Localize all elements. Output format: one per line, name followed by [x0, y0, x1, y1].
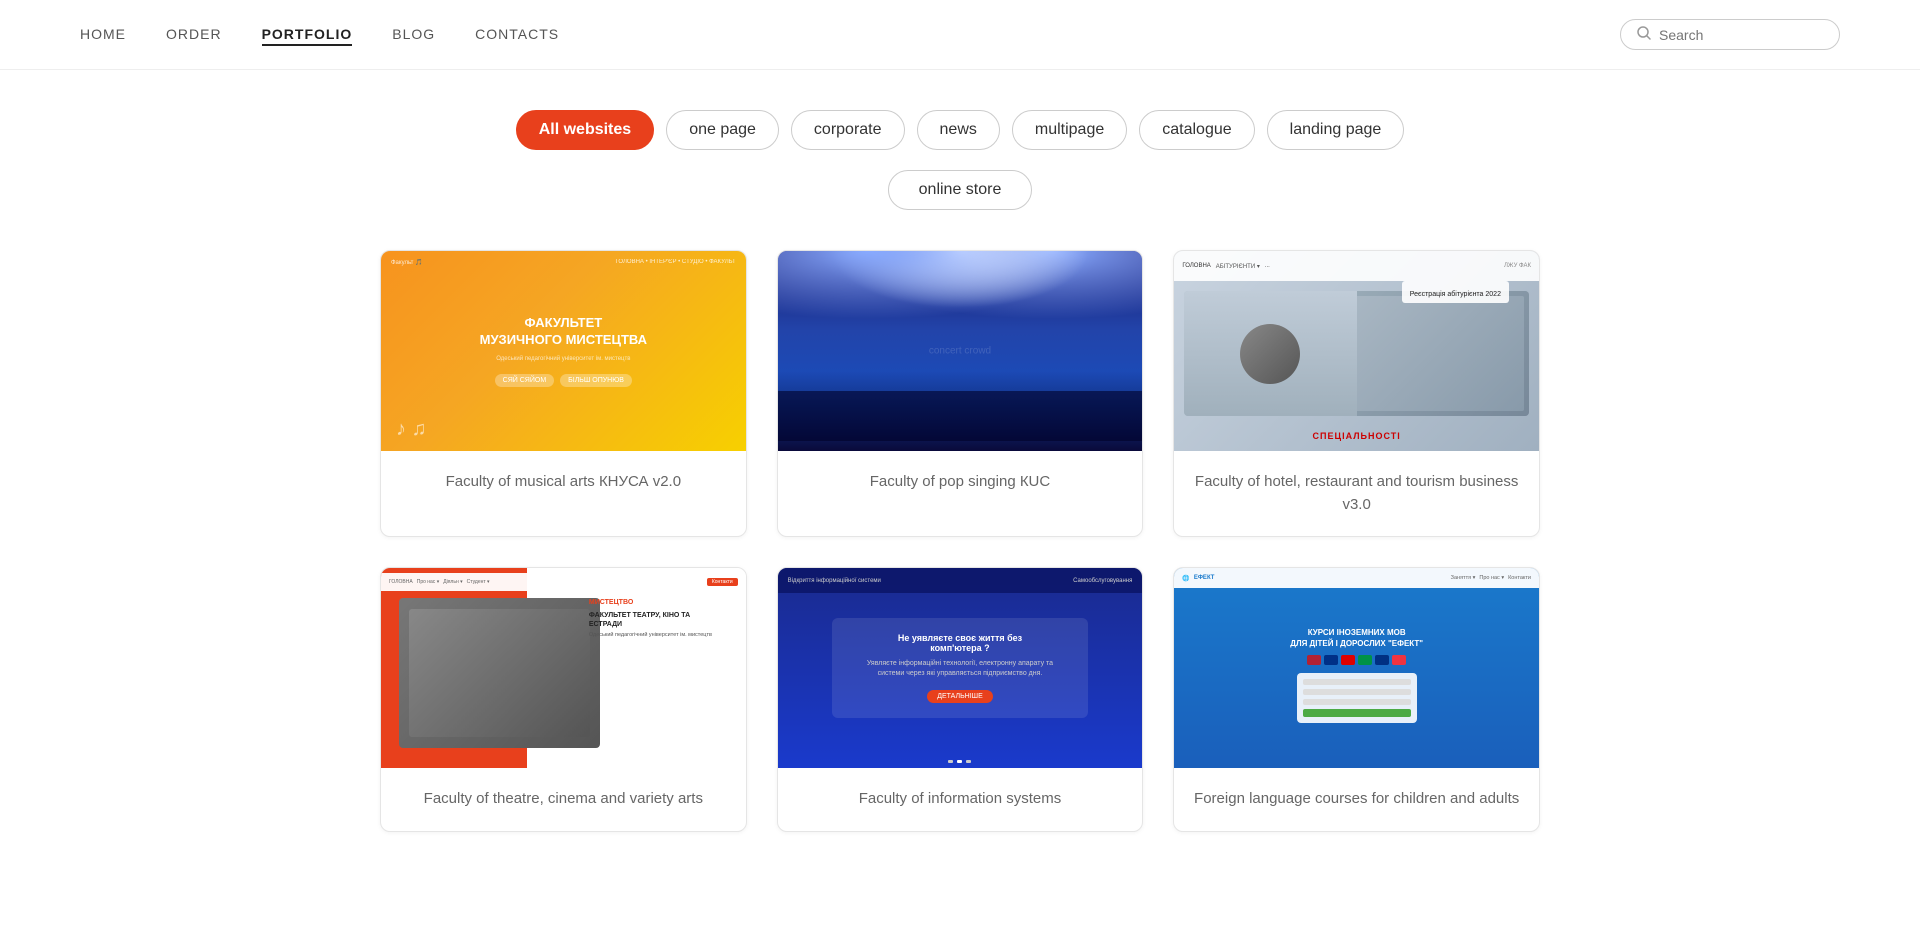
card-theatre-image: МИСТЕЦТВО ФАКУЛЬТЕТ ТЕАТРУ, КІНО ТАЕСТРА…: [381, 568, 746, 768]
card-info-system[interactable]: Відкриття інформаційної системи Самообсл…: [777, 567, 1144, 832]
nav-link-home[interactable]: HOME: [80, 26, 126, 42]
card-hotel-faculty[interactable]: ГОЛОВНА АБІТУРІЄНТИ ▾ ... ЛЖУ ФАК Реєстр…: [1173, 250, 1540, 537]
card-language-school-image: 🌐 ЕФЕКТ Заняття ▾ Про нас ▾ Контакти КУР…: [1174, 568, 1539, 768]
card-pop-singing-label: Faculty of pop singing КUС: [778, 451, 1143, 514]
card-info-system-label: Faculty of information systems: [778, 768, 1143, 831]
filter-btn-multipage[interactable]: multipage: [1012, 110, 1127, 150]
card-theatre[interactable]: МИСТЕЦТВО ФАКУЛЬТЕТ ТЕАТРУ, КІНО ТАЕСТРА…: [380, 567, 747, 832]
card-info-system-image: Відкриття інформаційної системи Самообсл…: [778, 568, 1143, 768]
card-music-faculty-label: Faculty of musical arts КНУСА v2.0: [381, 451, 746, 514]
filter-row-2: online store: [0, 160, 1920, 240]
card-pop-singing-image: concert crowd: [778, 251, 1143, 451]
card-music-faculty-image: Факульт 🎵 ГОЛОВНА • ІНТЕР'ЄР • СТУДІО • …: [381, 251, 746, 451]
filter-row-1: All websites one page corporate news multipa…: [0, 70, 1920, 160]
nav-link-contacts[interactable]: CONTACTS: [475, 26, 559, 42]
filter-btn-news[interactable]: news: [917, 110, 1000, 150]
filter-btn-all-websites[interactable]: All websites: [516, 110, 654, 150]
search-input[interactable]: [1659, 27, 1823, 43]
nav-link-portfolio[interactable]: PORTFOLIO: [262, 26, 353, 46]
card-music-faculty[interactable]: Факульт 🎵 ГОЛОВНА • ІНТЕР'ЄР • СТУДІО • …: [380, 250, 747, 537]
nav-item-order[interactable]: ORDER: [166, 26, 222, 44]
card-hotel-faculty-label: Faculty of hotel, restaurant and tourism…: [1174, 451, 1539, 536]
filter-btn-landing-page[interactable]: landing page: [1267, 110, 1405, 150]
card-language-school-label: Foreign language courses for children an…: [1174, 768, 1539, 831]
filter-btn-catalogue[interactable]: catalogue: [1139, 110, 1254, 150]
nav-item-portfolio[interactable]: PORTFOLIO: [262, 26, 353, 44]
nav-item-contacts[interactable]: CONTACTS: [475, 26, 559, 44]
nav-item-home[interactable]: HOME: [80, 26, 126, 44]
filter-btn-online-store[interactable]: online store: [888, 170, 1033, 210]
portfolio-grid: Факульт 🎵 ГОЛОВНА • ІНТЕР'ЄР • СТУДІО • …: [260, 240, 1660, 892]
nav-link-blog[interactable]: BLOG: [392, 26, 435, 42]
filter-btn-one-page[interactable]: one page: [666, 110, 779, 150]
search-box[interactable]: [1620, 19, 1840, 50]
card-language-school[interactable]: 🌐 ЕФЕКТ Заняття ▾ Про нас ▾ Контакти КУР…: [1173, 567, 1540, 832]
nav-link-order[interactable]: ORDER: [166, 26, 222, 42]
nav-links: HOME ORDER PORTFOLIO BLOG CONTACTS: [80, 26, 559, 44]
nav-item-blog[interactable]: BLOG: [392, 26, 435, 44]
card-hotel-faculty-image: ГОЛОВНА АБІТУРІЄНТИ ▾ ... ЛЖУ ФАК Реєстр…: [1174, 251, 1539, 451]
search-icon: [1637, 26, 1651, 43]
card-theatre-label: Faculty of theatre, cinema and variety a…: [381, 768, 746, 831]
navbar: HOME ORDER PORTFOLIO BLOG CONTACTS: [0, 0, 1920, 70]
card-pop-singing[interactable]: concert crowd Faculty of pop singing КUС: [777, 250, 1144, 537]
filter-btn-corporate[interactable]: corporate: [791, 110, 905, 150]
